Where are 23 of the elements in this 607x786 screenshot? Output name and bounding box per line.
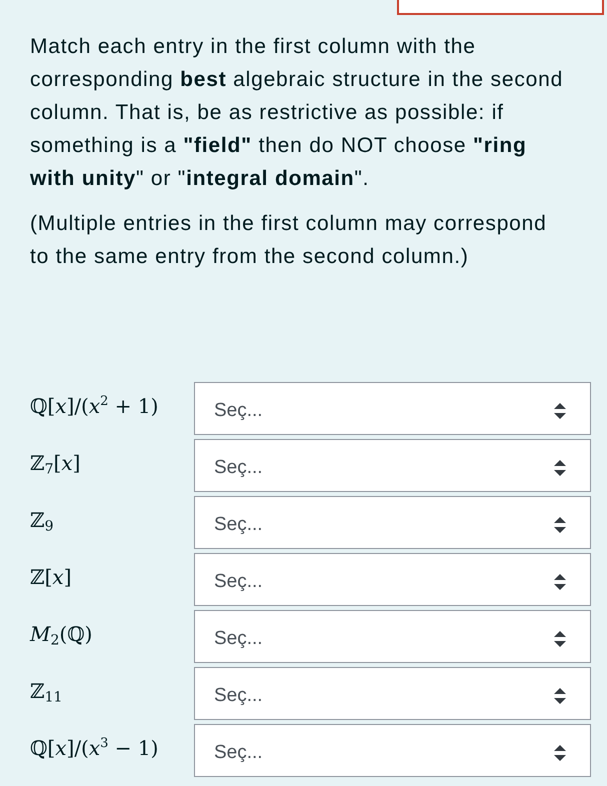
sort-arrows-icon [554,574,566,590]
math-term: ℤ$_{9}$ [30,506,55,532]
select-dropdown[interactable]: Seç... [194,610,591,663]
select-dropdown[interactable]: Seç... [194,496,591,549]
sort-arrows-icon [554,402,566,418]
sort-arrows-icon [554,630,566,646]
math-term: ℤ$_{7}$[x] [30,450,82,476]
select-dropdown[interactable]: Seç... [194,667,591,720]
math-term: ℤ[x] [30,564,72,590]
math-term: M$_{2}$(ℚ) [30,620,94,646]
instruction-text: (Multiple entries in the first column may correspond to the same entry from the second column.) [30,211,548,270]
sort-arrows-icon [554,744,566,760]
select-dropdown[interactable]: Seç... [194,382,591,435]
math-term: ℤ$_{11}$ [30,678,64,704]
math-term: ℚ[x]/(x$^{2}$ + 1) [30,392,160,418]
sort-arrows-icon [554,516,566,532]
select-dropdown[interactable]: Seç... [194,439,591,492]
select-dropdown[interactable]: Seç... [194,553,591,606]
instruction-text: Match each entry in the first column with the corresponding best algebraic structure in the second column. That is, be as restrictive as possible: if something is a "field" then do NOT choose "ring with unity" or "integral domain". [30,34,564,192]
sort-arrows-icon [554,688,566,704]
select-dropdown[interactable]: Seç... [194,724,591,777]
sort-arrows-icon [554,460,566,476]
math-term: ℚ[x]/(x$^{3}$ − 1) [30,734,160,760]
